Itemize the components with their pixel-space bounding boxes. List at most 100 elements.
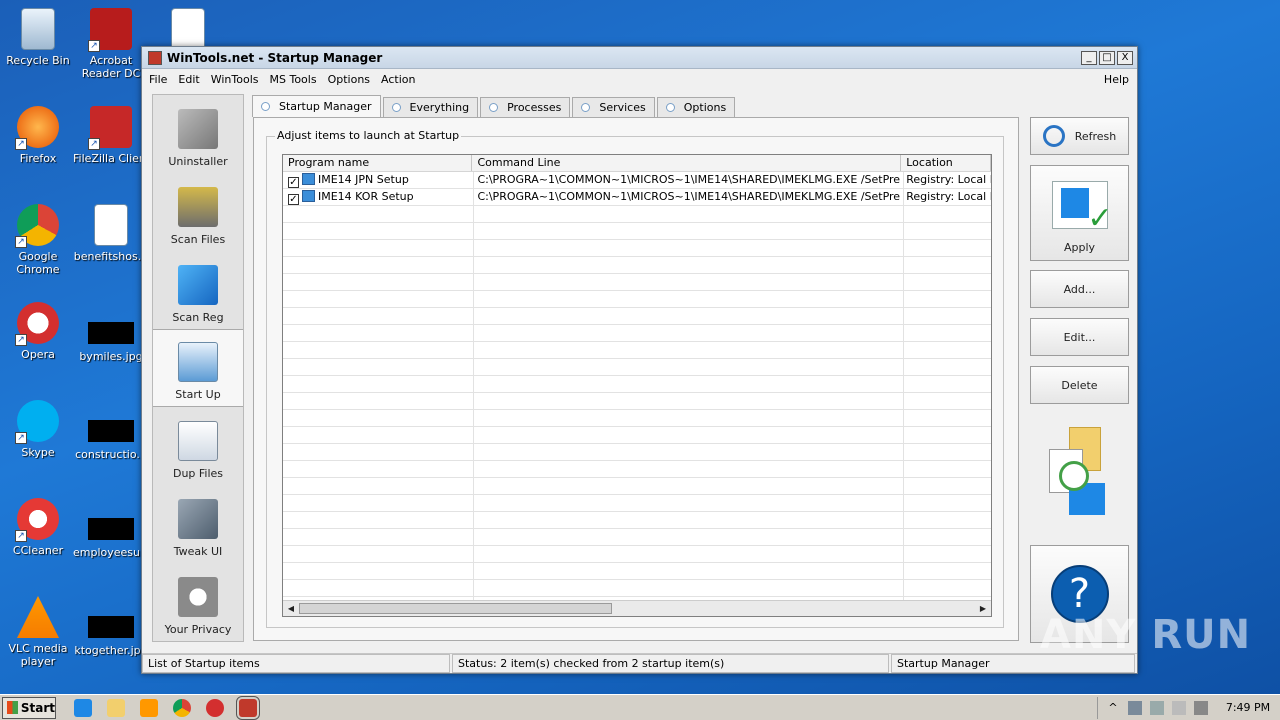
maximize-button[interactable]: □ <box>1099 50 1115 65</box>
tray-app-icon[interactable] <box>1194 700 1208 715</box>
tab-options[interactable]: Options <box>656 97 736 117</box>
program-name-cell: ✓ IME14 KOR Setup <box>283 189 472 206</box>
desktop-icon-benefits-doc[interactable]: benefitshos... <box>73 204 149 263</box>
table-row[interactable]: ✓ IME14 JPN Setup C:\PROGRA~1\COMMON~1\MI… <box>283 172 991 189</box>
status-left: List of Startup items <box>142 654 450 673</box>
tab-everything[interactable]: Everything <box>382 97 479 117</box>
startup-items-list[interactable]: Program name Command Line Location ✓ IME1… <box>282 154 992 617</box>
nav-item-scan-files[interactable]: Scan Files <box>153 173 243 251</box>
list-header: Program name Command Line Location <box>283 155 991 172</box>
menu-action[interactable]: Action <box>381 73 415 86</box>
nav-item-your-privacy[interactable]: Your Privacy <box>153 563 243 641</box>
column-header-location[interactable]: Location <box>901 155 991 171</box>
ccleaner-icon: ↗ <box>15 498 59 542</box>
desktop-icon-chrome[interactable]: ↗ Google Chrome <box>0 204 76 276</box>
chrome-taskbar-icon[interactable] <box>173 698 191 717</box>
enabled-checkbox[interactable]: ✓ <box>288 194 299 205</box>
tab-label: Everything <box>409 101 470 114</box>
desktop-icon-bymiles[interactable]: bymiles.jpg <box>73 310 149 363</box>
list-body: ✓ IME14 JPN Setup C:\PROGRA~1\COMMON~1\MI… <box>283 172 991 600</box>
desktop-icon-construction[interactable]: constructio... <box>73 408 149 461</box>
menu-edit[interactable]: Edit <box>178 73 199 86</box>
edit-button[interactable]: Edit... <box>1030 318 1129 356</box>
nav-item-label: Scan Reg <box>172 311 224 324</box>
tab-label: Options <box>683 101 727 114</box>
nav-item-uninstaller[interactable]: Uninstaller <box>153 95 243 173</box>
skype-icon: ↗ <box>15 400 59 444</box>
desktop-icon-employees[interactable]: employeesu... <box>73 506 149 559</box>
desktop-icon-skype[interactable]: ↗ Skype <box>0 400 76 459</box>
shortcut-arrow-icon: ↗ <box>88 138 100 150</box>
desktop-icon-recycle-bin[interactable]: Recycle Bin <box>0 8 76 67</box>
title-bar[interactable]: WinTools.net - Startup Manager _ □ X <box>142 47 1137 69</box>
column-header-program-name[interactable]: Program name <box>283 155 473 171</box>
apply-window-check-icon: ✓ <box>1051 181 1113 234</box>
program-name-cell: ✓ IME14 JPN Setup <box>283 172 472 189</box>
desktop-icon-opera[interactable]: ↗ Opera <box>0 302 76 361</box>
scroll-left-icon[interactable]: ◀ <box>284 602 298 615</box>
delete-button[interactable]: Delete <box>1030 366 1129 404</box>
add-button[interactable]: Add... <box>1030 270 1129 308</box>
table-row[interactable]: ✓ IME14 KOR Setup C:\PROGRA~1\COMMON~1\MI… <box>283 189 991 206</box>
action-center-flag-icon[interactable] <box>1172 700 1186 715</box>
column-header-command-line[interactable]: Command Line <box>472 155 902 171</box>
nav-item-tweak-ui[interactable]: Tweak UI <box>153 485 243 563</box>
clock[interactable]: 7:49 PM <box>1216 701 1280 714</box>
command-line-cell: C:\PROGRA~1\COMMON~1\MICROS~1\IME14\SHAR… <box>477 190 902 203</box>
desktop-icon-ccleaner[interactable]: ↗ CCleaner <box>0 498 76 557</box>
image-thumbnail <box>88 616 134 638</box>
image-thumbnail <box>88 420 134 442</box>
tab-radio-icon <box>665 103 675 112</box>
image-thumbnail <box>88 322 134 344</box>
desktop-icon-acrobat[interactable]: ↗ Acrobat Reader DC <box>73 8 149 80</box>
scrollbar-thumb[interactable] <box>299 603 612 614</box>
location-cell: Registry: Local M <box>906 190 991 203</box>
explorer-taskbar-icon[interactable] <box>107 698 125 717</box>
close-button[interactable]: X <box>1117 50 1133 65</box>
filezilla-icon: ↗ <box>88 106 132 150</box>
apply-button[interactable]: ✓ Apply <box>1030 165 1129 261</box>
minimize-button[interactable]: _ <box>1081 50 1097 65</box>
nav-item-dup-files[interactable]: Dup Files <box>153 407 243 485</box>
startup-items-group: Adjust items to launch at Startup Progra… <box>266 129 1004 628</box>
wintools-app-icon <box>148 50 162 65</box>
tab-label: Startup Manager <box>279 100 372 113</box>
menu-options[interactable]: Options <box>328 73 370 86</box>
desktop-icon-filezilla[interactable]: ↗ FileZilla Client <box>73 106 149 165</box>
nav-item-scan-reg[interactable]: Scan Reg <box>153 251 243 329</box>
dup-files-icon <box>178 421 218 461</box>
desktop-icon-vlc[interactable]: VLC media player <box>0 596 76 668</box>
tray-expand-icon[interactable]: ^ <box>1106 701 1120 715</box>
desktop-icon-firefox[interactable]: ↗ Firefox <box>0 106 76 165</box>
tab-radio-icon <box>581 103 591 112</box>
shortcut-arrow-icon: ↗ <box>15 334 27 346</box>
menu-file[interactable]: File <box>149 73 167 86</box>
refresh-icon <box>1042 125 1065 147</box>
tool-navigation: Uninstaller Scan Files Scan Reg Start Up… <box>152 94 244 642</box>
menu-help[interactable]: Help <box>1104 73 1129 86</box>
scroll-right-icon[interactable]: ▶ <box>976 602 990 615</box>
menu-ms-tools[interactable]: MS Tools <box>270 73 317 86</box>
opera-taskbar-icon[interactable] <box>206 698 224 717</box>
horizontal-scrollbar[interactable]: ◀ ▶ <box>283 600 991 616</box>
nav-item-label: Your Privacy <box>164 623 232 636</box>
tab-startup-manager[interactable]: Startup Manager <box>252 95 381 117</box>
tab-services[interactable]: Services <box>572 97 655 117</box>
network-icon[interactable] <box>1128 700 1142 715</box>
tweak-ui-icon <box>178 499 218 539</box>
volume-icon[interactable] <box>1150 700 1164 715</box>
nav-item-start-up[interactable]: Start Up <box>153 329 243 407</box>
group-legend: Adjust items to launch at Startup <box>275 129 462 142</box>
start-button[interactable]: Start <box>2 696 56 719</box>
refresh-button[interactable]: Refresh <box>1030 117 1129 155</box>
wintools-taskbar-icon[interactable] <box>236 695 260 720</box>
enabled-checkbox[interactable]: ✓ <box>288 177 299 188</box>
media-player-taskbar-icon[interactable] <box>140 698 158 717</box>
tab-strip: Startup Manager Everything Processes Ser… <box>252 95 737 117</box>
desktop-icon-ktogether[interactable]: ktogether.jpg <box>73 604 149 657</box>
program-name: IME14 JPN Setup <box>318 173 409 186</box>
ie-taskbar-icon[interactable] <box>74 698 92 717</box>
menu-wintools[interactable]: WinTools <box>211 73 259 86</box>
nav-item-label: Dup Files <box>172 467 224 480</box>
tab-processes[interactable]: Processes <box>480 97 571 117</box>
